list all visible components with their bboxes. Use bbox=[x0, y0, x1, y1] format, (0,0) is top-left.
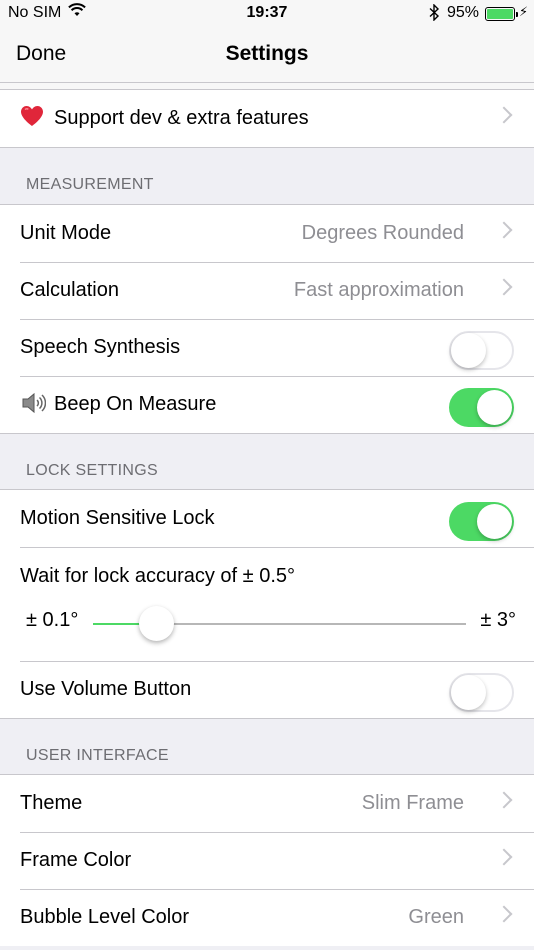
chevron-right-icon bbox=[495, 905, 513, 923]
bubble-level-color-row[interactable]: Bubble Level Color Green bbox=[0, 889, 534, 946]
motion-lock-row: Motion Sensitive Lock bbox=[0, 490, 534, 547]
motion-lock-label: Motion Sensitive Lock bbox=[20, 507, 215, 529]
theme-label: Theme bbox=[20, 792, 83, 814]
calculation-value: Fast approximation bbox=[293, 279, 464, 301]
speech-synthesis-label: Speech Synthesis bbox=[20, 336, 181, 358]
battery-icon bbox=[485, 7, 518, 21]
beep-on-measure-toggle[interactable] bbox=[449, 388, 514, 427]
speech-synthesis-toggle[interactable] bbox=[449, 331, 514, 370]
lock-accuracy-row: Wait for lock accuracy of ± 0.5° ± 0.1° … bbox=[0, 547, 534, 661]
section-header-user-interface: USER INTERFACE bbox=[26, 747, 169, 764]
theme-row[interactable]: Theme Slim Frame bbox=[0, 775, 534, 832]
page-title: Settings bbox=[225, 42, 309, 65]
user-interface-group: Theme Slim Frame Frame Color Bubble Leve… bbox=[0, 774, 534, 946]
calculation-label: Calculation bbox=[20, 279, 119, 301]
measurement-group: Unit Mode Degrees Rounded Calculation Fa… bbox=[0, 204, 534, 434]
bubble-level-color-value: Green bbox=[408, 906, 464, 928]
unit-mode-row[interactable]: Unit Mode Degrees Rounded bbox=[0, 205, 534, 262]
speaker-icon bbox=[20, 391, 47, 421]
beep-on-measure-row: Beep On Measure bbox=[0, 376, 534, 433]
section-header-lock-settings: LOCK SETTINGS bbox=[26, 462, 158, 479]
accuracy-slider-thumb[interactable] bbox=[138, 606, 174, 641]
motion-lock-toggle[interactable] bbox=[449, 502, 514, 541]
unit-mode-value: Degrees Rounded bbox=[301, 222, 464, 244]
unit-mode-label: Unit Mode bbox=[20, 222, 112, 244]
support-group: Support dev & extra features bbox=[0, 89, 534, 148]
heart-icon bbox=[20, 105, 44, 133]
status-bar: No SIM 19:37 95% ⚡ bbox=[0, 0, 534, 28]
volume-button-row: Use Volume Button bbox=[0, 661, 534, 718]
frame-color-row[interactable]: Frame Color bbox=[0, 832, 534, 889]
speech-synthesis-row: Speech Synthesis bbox=[0, 319, 534, 376]
slider-min-label: ± 0.1° bbox=[26, 609, 79, 631]
volume-button-toggle[interactable] bbox=[449, 673, 514, 712]
theme-value: Slim Frame bbox=[361, 792, 464, 814]
calculation-row[interactable]: Calculation Fast approximation bbox=[0, 262, 534, 319]
chevron-right-icon bbox=[495, 848, 513, 866]
chevron-right-icon bbox=[495, 221, 513, 239]
slider-max-label: ± 3° bbox=[480, 609, 516, 631]
lock-settings-group: Motion Sensitive Lock Wait for lock accu… bbox=[0, 489, 534, 719]
support-label: Support dev & extra features bbox=[54, 107, 309, 129]
chevron-right-icon bbox=[495, 106, 513, 124]
beep-on-measure-label: Beep On Measure bbox=[54, 393, 217, 415]
charging-icon: ⚡ bbox=[519, 4, 529, 19]
chevron-right-icon bbox=[495, 791, 513, 809]
bubble-level-color-label: Bubble Level Color bbox=[20, 906, 189, 928]
support-row[interactable]: Support dev & extra features bbox=[0, 90, 534, 147]
navigation-bar: Done Settings bbox=[0, 28, 534, 83]
volume-button-label: Use Volume Button bbox=[20, 678, 192, 700]
frame-color-label: Frame Color bbox=[20, 849, 132, 871]
section-header-measurement: MEASUREMENT bbox=[26, 176, 154, 193]
battery-percent: 95% bbox=[447, 4, 480, 21]
chevron-right-icon bbox=[495, 278, 513, 296]
lock-accuracy-label: Wait for lock accuracy of ± 0.5° bbox=[20, 565, 295, 587]
bluetooth-icon bbox=[428, 3, 440, 26]
